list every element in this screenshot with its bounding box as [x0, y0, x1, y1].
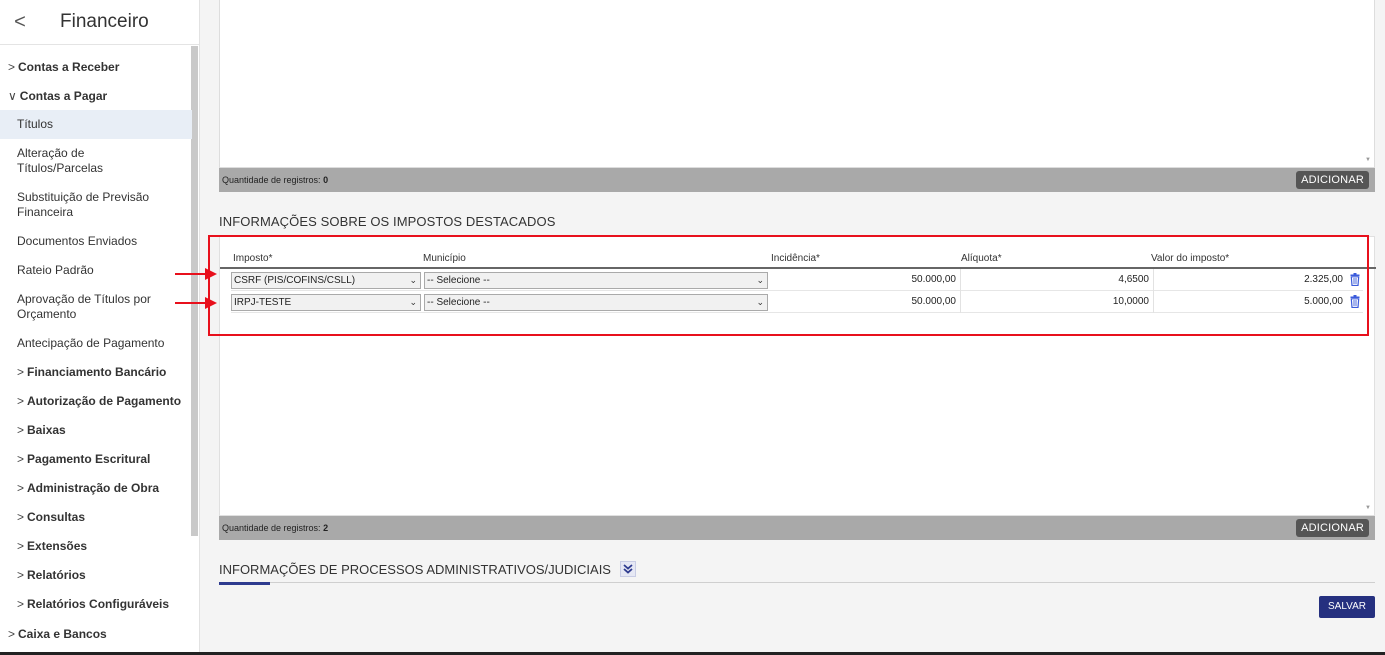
- records-count: Quantidade de registros: 0: [222, 175, 329, 185]
- menu-baixas[interactable]: > Baixas: [0, 416, 192, 445]
- menu-pagamento-escritural[interactable]: > Pagamento Escritural: [0, 445, 192, 474]
- chevron-right-icon: >: [17, 510, 25, 524]
- menu-aprovacao-titulos[interactable]: Aprovação de Títulos por Orçamento: [0, 285, 192, 329]
- chevron-left-icon[interactable]: <: [0, 11, 40, 34]
- annotation-arrow-icon: [175, 297, 217, 309]
- save-button[interactable]: SALVAR: [1319, 596, 1375, 618]
- annotation-highlight-box: [208, 235, 1369, 336]
- chevron-right-icon: >: [17, 365, 25, 379]
- menu-antecipacao-pagamento[interactable]: Antecipação de Pagamento: [0, 329, 192, 358]
- menu-administracao-obra[interactable]: > Administração de Obra: [0, 474, 192, 503]
- sidebar: < Financeiro > Contas a Receber ∨ Contas a…: [0, 0, 200, 655]
- sidebar-title: Financeiro: [60, 11, 149, 32]
- top-records-bar: Quantidade de registros: 0 ADICIONAR: [219, 168, 1375, 192]
- chevron-down-icon: ∨: [8, 88, 17, 103]
- sidebar-scrollbar[interactable]: [191, 46, 198, 536]
- chevron-right-icon: >: [17, 539, 25, 553]
- menu-caixa-e-bancos[interactable]: > Caixa e Bancos: [0, 619, 192, 648]
- scroll-down-icon[interactable]: ▼: [1365, 157, 1371, 163]
- chevron-right-icon: >: [17, 452, 25, 466]
- section-underline: [219, 582, 270, 585]
- menu-substituicao-previsao[interactable]: Substituição de Previsão Financeira: [0, 183, 192, 227]
- top-records-panel: ▼: [219, 0, 1375, 168]
- menu-alteracao-titulos[interactable]: Alteração de Títulos/Parcelas: [0, 139, 192, 183]
- chevron-right-icon: >: [17, 597, 25, 611]
- chevron-right-icon: >: [17, 481, 25, 495]
- chevron-right-icon: >: [17, 568, 25, 582]
- chevron-right-icon: >: [8, 59, 16, 74]
- menu-documentos-enviados[interactable]: Documentos Enviados: [0, 227, 192, 256]
- records-count: Quantidade de registros: 2: [222, 523, 329, 533]
- add-button[interactable]: ADICIONAR: [1296, 519, 1369, 537]
- chevron-right-icon: >: [17, 423, 25, 437]
- sidebar-header: < Financeiro: [0, 0, 199, 45]
- menu-financiamento-bancario[interactable]: > Financiamento Bancário: [0, 358, 192, 387]
- taxes-section-title: INFORMAÇÕES SOBRE OS IMPOSTOS DESTACADOS: [219, 214, 556, 229]
- chevron-right-icon: >: [17, 394, 25, 408]
- menu-autorizacao-pagamento[interactable]: > Autorização de Pagamento: [0, 387, 192, 416]
- menu-contas-a-receber[interactable]: > Contas a Receber: [0, 52, 192, 81]
- menu-relatorios-configuraveis[interactable]: > Relatórios Configuráveis: [0, 590, 192, 619]
- sidebar-menu: > Contas a Receber ∨ Contas a Pagar Título…: [0, 52, 192, 648]
- menu-consultas[interactable]: > Consultas: [0, 503, 192, 532]
- menu-relatorios[interactable]: > Relatórios: [0, 561, 192, 590]
- chevron-right-icon: >: [8, 626, 16, 641]
- section-divider: [219, 582, 1375, 583]
- menu-extensoes[interactable]: > Extensões: [0, 532, 192, 561]
- processes-section-title: INFORMAÇÕES DE PROCESSOS ADMINISTRATIVOS…: [219, 561, 636, 577]
- menu-contas-a-pagar[interactable]: ∨ Contas a Pagar: [0, 81, 192, 110]
- taxes-records-bar: Quantidade de registros: 2 ADICIONAR: [219, 516, 1375, 540]
- add-button[interactable]: ADICIONAR: [1296, 171, 1369, 189]
- menu-rateio-padrao[interactable]: Rateio Padrão: [0, 256, 192, 285]
- double-chevron-down-icon[interactable]: [619, 561, 636, 577]
- menu-titulos[interactable]: Títulos: [0, 110, 192, 139]
- scroll-down-icon[interactable]: ▼: [1365, 505, 1371, 511]
- annotation-arrow-icon: [175, 268, 217, 280]
